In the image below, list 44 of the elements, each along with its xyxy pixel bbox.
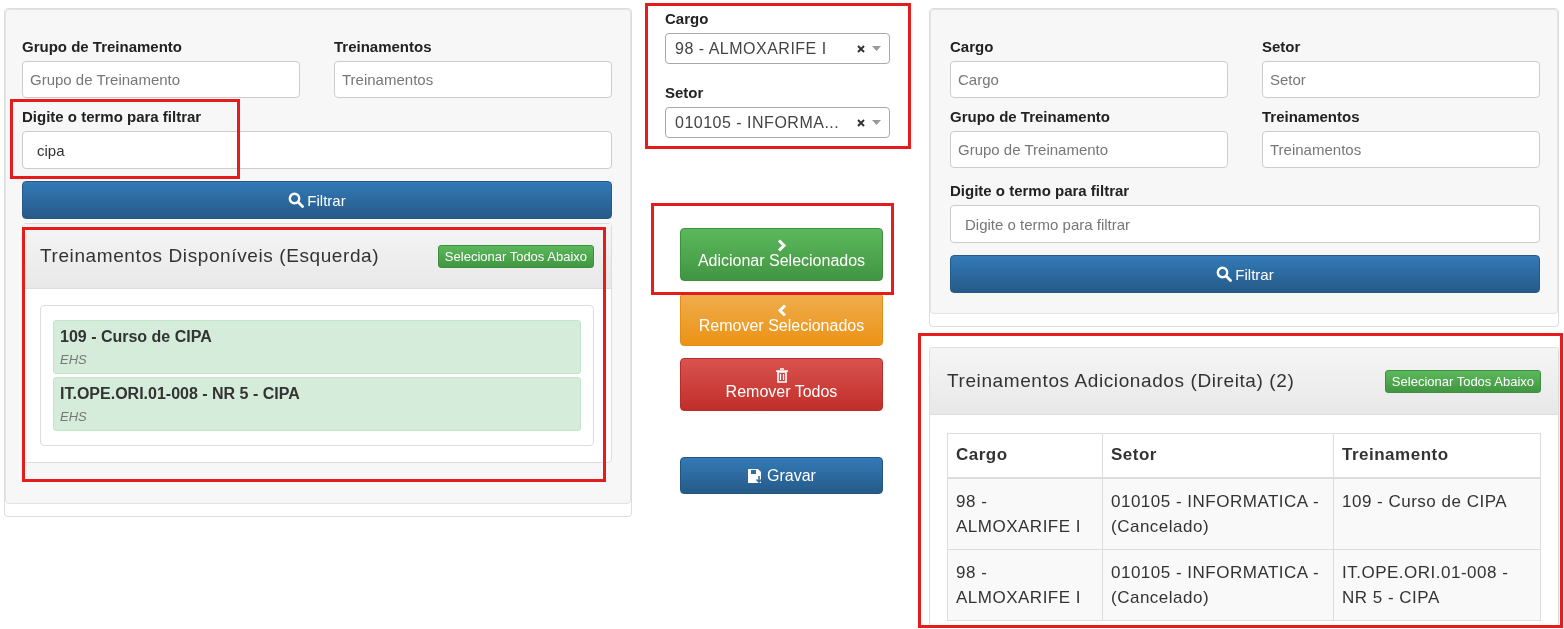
item-title: IT.OPE.ORI.01-008 - NR 5 - CIPA bbox=[60, 385, 301, 403]
field-label: Grupo de Treinamento bbox=[950, 108, 1112, 125]
action-button[interactable]: Remover Todos bbox=[680, 358, 883, 411]
field-label: Cargo bbox=[665, 10, 710, 27]
input-field[interactable]: Grupo de Treinamento bbox=[950, 131, 1228, 168]
input-field[interactable]: Cargo bbox=[950, 61, 1228, 98]
select-all-button[interactable]: Selecionar Todos Abaixo bbox=[437, 244, 594, 268]
column-header: Treinamento bbox=[1333, 433, 1541, 478]
select-field[interactable]: 010105 - INFORMA... bbox=[665, 107, 890, 138]
field-label: Digite o termo para filtrar bbox=[22, 108, 203, 125]
panel-title: Treinamentos Adicionados (Direita) (2) bbox=[947, 370, 1295, 392]
input-field[interactable]: cipa bbox=[22, 131, 612, 169]
input-field[interactable]: Treinamentos bbox=[334, 61, 612, 98]
filter-button[interactable]: Filtrar bbox=[22, 181, 612, 219]
select-all-button[interactable]: Selecionar Todos Abaixo bbox=[1384, 369, 1541, 393]
table-cell: 98 - ALMOXARIFE I bbox=[947, 549, 1103, 620]
select-field[interactable]: 98 - ALMOXARIFE I bbox=[665, 33, 890, 64]
field-label: Grupo de Treinamento bbox=[22, 38, 184, 55]
list-item[interactable]: IT.OPE.ORI.01-008 - NR 5 - CIPA EHS bbox=[53, 377, 581, 431]
action-button[interactable]: Gravar bbox=[680, 457, 883, 494]
field-label: Setor bbox=[1262, 38, 1302, 55]
table-cell: IT.OPE.ORI.01-008 - NR 5 - CIPA bbox=[1333, 549, 1541, 620]
field-label: Treinamentos bbox=[1262, 108, 1361, 125]
filter-button[interactable]: Filtrar bbox=[950, 255, 1540, 293]
input-field[interactable]: Treinamentos bbox=[1262, 131, 1540, 168]
input-field[interactable]: Digite o termo para filtrar bbox=[950, 205, 1540, 243]
input-field[interactable]: Setor bbox=[1262, 61, 1540, 98]
table-cell: 010105 - INFORMATICA - (Cancelado) bbox=[1102, 549, 1334, 620]
field-label: Digite o termo para filtrar bbox=[950, 182, 1131, 199]
item-group: EHS bbox=[60, 352, 574, 367]
list-item[interactable]: 109 - Curso de CIPA EHS bbox=[53, 320, 581, 374]
field-label: Treinamentos bbox=[334, 38, 433, 55]
input-field[interactable]: Grupo de Treinamento bbox=[22, 61, 300, 98]
field-label: Cargo bbox=[950, 38, 995, 55]
field-label: Setor bbox=[665, 84, 705, 101]
column-header: Cargo bbox=[947, 433, 1103, 478]
table-cell: 109 - Curso de CIPA bbox=[1333, 477, 1541, 549]
table-cell: 98 - ALMOXARIFE I bbox=[947, 477, 1103, 549]
panel-title: Treinamentos Disponíveis (Esquerda) bbox=[40, 245, 380, 267]
table-cell: 010105 - INFORMATICA - (Cancelado) bbox=[1102, 477, 1334, 549]
action-button[interactable]: Adicionar Selecionados bbox=[680, 228, 883, 281]
item-title: 109 - Curso de CIPA bbox=[60, 328, 213, 346]
column-header: Setor bbox=[1102, 433, 1334, 478]
item-group: EHS bbox=[60, 409, 574, 424]
